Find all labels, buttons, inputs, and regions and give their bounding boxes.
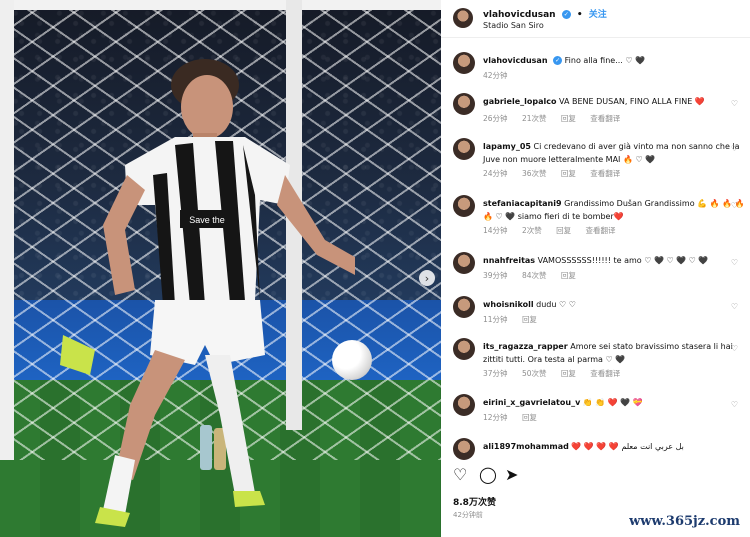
comments-panel: vlahovicdusan ✓ • 关注 Stadio San Siro vla… <box>441 0 750 537</box>
verified-badge-icon: ✓ <box>553 56 563 65</box>
location[interactable]: Stadio San Siro <box>483 21 544 30</box>
comment-text: dudu ♡ ♡ <box>536 300 576 309</box>
avatar[interactable] <box>453 394 475 416</box>
comment-icon[interactable]: ◯ <box>479 465 497 484</box>
reply-button[interactable]: 回复 <box>561 114 576 123</box>
send-icon[interactable]: ➤ <box>505 465 518 484</box>
post-time: 42分钟前 <box>453 511 483 519</box>
reply-button[interactable]: 回复 <box>556 226 571 235</box>
avatar[interactable] <box>453 52 475 74</box>
player-figure: Save the <box>60 59 355 527</box>
comment-time: 37分钟 <box>483 369 508 378</box>
comment-username[interactable]: lapamy_05 <box>483 142 531 151</box>
avatar[interactable] <box>453 195 475 217</box>
comment-likes[interactable]: 21次赞 <box>522 114 547 123</box>
translate-button[interactable]: 查看翻译 <box>590 369 620 378</box>
heart-icon[interactable]: ♡ <box>731 144 738 153</box>
caption-text: Fino alla fine... ♡ 🖤 <box>564 56 646 65</box>
comment-username[interactable]: nnahfreitas <box>483 256 535 265</box>
goal-post-left <box>0 0 14 460</box>
heart-icon[interactable]: ♡ <box>731 201 738 210</box>
comment-likes[interactable]: 2次赞 <box>522 226 542 235</box>
username[interactable]: vlahovicdusan <box>483 10 556 20</box>
post-header: vlahovicdusan ✓ • 关注 Stadio San Siro <box>441 0 750 38</box>
comment-username[interactable]: whoisnikoll <box>483 300 534 309</box>
avatar[interactable] <box>453 296 475 318</box>
comment-text: 👏 👏 ❤️ 🖤 💝 <box>582 398 643 407</box>
reply-button[interactable]: 回复 <box>561 369 576 378</box>
avatar[interactable] <box>453 8 473 28</box>
comment-time: 42分钟 <box>483 71 508 80</box>
translate-button[interactable]: 查看翻译 <box>586 226 616 235</box>
reply-button[interactable]: 回复 <box>522 315 537 324</box>
comment-likes[interactable]: 84次赞 <box>522 271 547 280</box>
comment-username[interactable]: vlahovicdusan <box>483 56 548 65</box>
reply-button[interactable]: 回复 <box>522 413 537 422</box>
heart-icon[interactable]: ♡ <box>731 344 738 353</box>
comment-text: ❤️ ❤️ ❤️ ❤️ بل عربي انت معلم <box>571 442 684 451</box>
comment-username[interactable]: stefaniacapitani9 <box>483 199 562 208</box>
comment-time: 14分钟 <box>483 226 508 235</box>
comment-username[interactable]: ali1897mohammad <box>483 442 569 451</box>
follow-button[interactable]: 关注 <box>589 10 607 20</box>
likes-count[interactable]: 8.8万次赞 <box>453 495 496 508</box>
heart-icon[interactable]: ♡ <box>731 302 738 311</box>
avatar[interactable] <box>453 138 475 160</box>
translate-button[interactable]: 查看翻译 <box>590 169 620 178</box>
comment-time: 11分钟 <box>483 315 508 324</box>
comment-time: 24分钟 <box>483 169 508 178</box>
post-photo[interactable]: Save the › <box>0 0 441 537</box>
heart-icon[interactable]: ♡ <box>731 99 738 108</box>
translate-button[interactable]: 查看翻译 <box>590 114 620 123</box>
avatar[interactable] <box>453 338 475 360</box>
avatar[interactable] <box>453 93 475 115</box>
reply-button[interactable]: 回复 <box>561 169 576 178</box>
comment-time: 26分钟 <box>483 114 508 123</box>
comment-text: VAMOSSSSSS!!!!!! te amo ♡ 🖤 ♡ 🖤 ♡ 🖤 <box>537 256 709 265</box>
comments-list[interactable]: vlahovicdusan ✓ Fino alla fine... ♡ 🖤 42… <box>441 40 750 460</box>
comment-text: VA BENE DUSAN, FINO ALLA FINE ❤️ <box>559 97 705 106</box>
watermark: www.365jz.com <box>629 514 740 529</box>
comment-username[interactable]: gabriele_lopalco <box>483 97 556 106</box>
avatar[interactable] <box>453 438 475 460</box>
post-actions: ♡ ◯ ➤ <box>441 465 750 485</box>
goal-crossbar <box>0 0 441 10</box>
verified-badge-icon: ✓ <box>561 10 571 19</box>
heart-icon[interactable]: ♡ <box>453 465 467 484</box>
comment-likes[interactable]: 36次赞 <box>522 169 547 178</box>
heart-icon[interactable]: ♡ <box>731 400 738 409</box>
comment-username[interactable]: its_ragazza_rapper <box>483 342 568 351</box>
comment-likes[interactable]: 50次赞 <box>522 369 547 378</box>
heart-icon[interactable]: ♡ <box>731 258 738 267</box>
reply-button[interactable]: 回复 <box>561 271 576 280</box>
avatar[interactable] <box>453 252 475 274</box>
svg-text:Save the: Save the <box>189 215 225 225</box>
comment-time: 39分钟 <box>483 271 508 280</box>
chevron-right-icon[interactable]: › <box>419 270 435 286</box>
comment-username[interactable]: eirini_x_gavrielatou_v <box>483 398 580 407</box>
separator-dot: • <box>576 10 583 20</box>
comment-time: 12分钟 <box>483 413 508 422</box>
